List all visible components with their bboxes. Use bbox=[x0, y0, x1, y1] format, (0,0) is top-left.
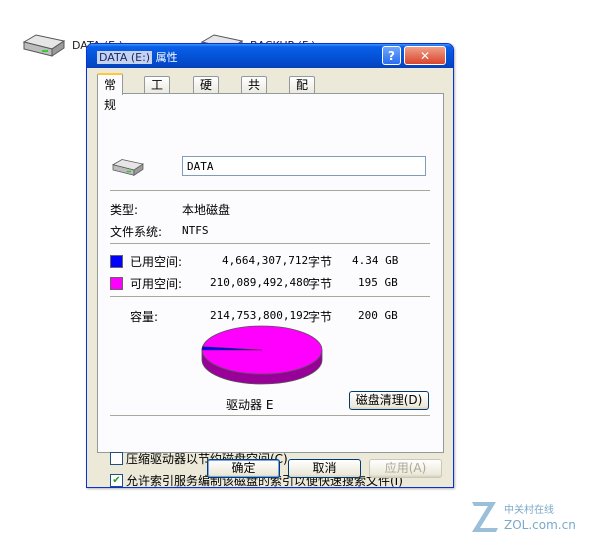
used-space-size: 4.34 GB bbox=[352, 254, 399, 267]
tab-quota[interactable]: 配额 bbox=[289, 76, 316, 108]
free-space-label: 可用空间: bbox=[130, 277, 183, 291]
tab-sharing[interactable]: 共享 bbox=[241, 76, 268, 108]
cancel-button[interactable]: 取消 bbox=[288, 459, 361, 478]
divider bbox=[110, 243, 430, 244]
help-button[interactable]: ? bbox=[382, 46, 401, 65]
zol-logo-icon bbox=[472, 502, 498, 532]
disk-cleanup-button[interactable]: 磁盘清理(D) bbox=[349, 391, 429, 410]
used-space-bytes: 4,664,307,712 bbox=[222, 254, 309, 267]
capacity-unit: 字节 bbox=[308, 310, 333, 324]
apply-button[interactable]: 应用(A) bbox=[369, 459, 442, 478]
window-title: DATA (E:) 属性 bbox=[97, 49, 178, 65]
drive-caption: 驱动器 E bbox=[226, 398, 274, 412]
tab-tools[interactable]: 工具 bbox=[144, 76, 171, 108]
volume-name-input[interactable] bbox=[182, 156, 426, 176]
general-tab-panel: 类型: 本地磁盘 文件系统: NTFS 已用空间: 4,664,307,712 … bbox=[97, 93, 444, 488]
used-space-unit: 字节 bbox=[308, 255, 333, 269]
free-space-size: 195 GB bbox=[358, 276, 398, 289]
disk-usage-pie-chart bbox=[201, 325, 323, 385]
capacity-bytes: 214,753,800,192 bbox=[210, 309, 310, 322]
type-label: 类型: bbox=[110, 203, 139, 217]
divider bbox=[110, 296, 430, 297]
divider bbox=[110, 415, 430, 416]
properties-dialog: DATA (E:) 属性 ? ✕ 常规 工具 硬件 共享 配额 类型: 本地磁盘… bbox=[86, 43, 454, 488]
hard-drive-icon bbox=[112, 159, 144, 176]
free-space-bytes: 210,089,492,480 bbox=[210, 276, 310, 289]
title-bar[interactable]: DATA (E:) 属性 ? ✕ bbox=[87, 44, 453, 68]
watermark-site: ZOL.com.cn bbox=[504, 518, 576, 532]
capacity-label: 容量: bbox=[130, 310, 159, 324]
close-button[interactable]: ✕ bbox=[404, 46, 446, 65]
free-color-swatch bbox=[110, 277, 123, 290]
title-suffix: 属性 bbox=[155, 51, 178, 64]
type-value: 本地磁盘 bbox=[182, 203, 231, 217]
used-color-swatch bbox=[110, 255, 123, 268]
capacity-size: 200 GB bbox=[358, 309, 398, 322]
tab-hardware[interactable]: 硬件 bbox=[193, 76, 220, 108]
divider bbox=[110, 190, 430, 191]
title-volume: DATA (E:) bbox=[97, 51, 153, 64]
used-space-label: 已用空间: bbox=[130, 255, 183, 269]
index-checkbox[interactable]: ✔ bbox=[110, 474, 123, 487]
free-space-unit: 字节 bbox=[308, 277, 333, 291]
watermark-brand: 中关村在线 bbox=[504, 503, 554, 516]
filesystem-value: NTFS bbox=[182, 224, 209, 237]
hard-drive-icon bbox=[22, 34, 66, 57]
ok-button[interactable]: 确定 bbox=[207, 459, 280, 478]
compress-checkbox[interactable] bbox=[110, 452, 123, 465]
tab-general[interactable]: 常规 bbox=[97, 73, 124, 112]
zol-watermark: 中关村在线 ZOL.com.cn bbox=[472, 502, 576, 532]
filesystem-label: 文件系统: bbox=[110, 225, 163, 239]
